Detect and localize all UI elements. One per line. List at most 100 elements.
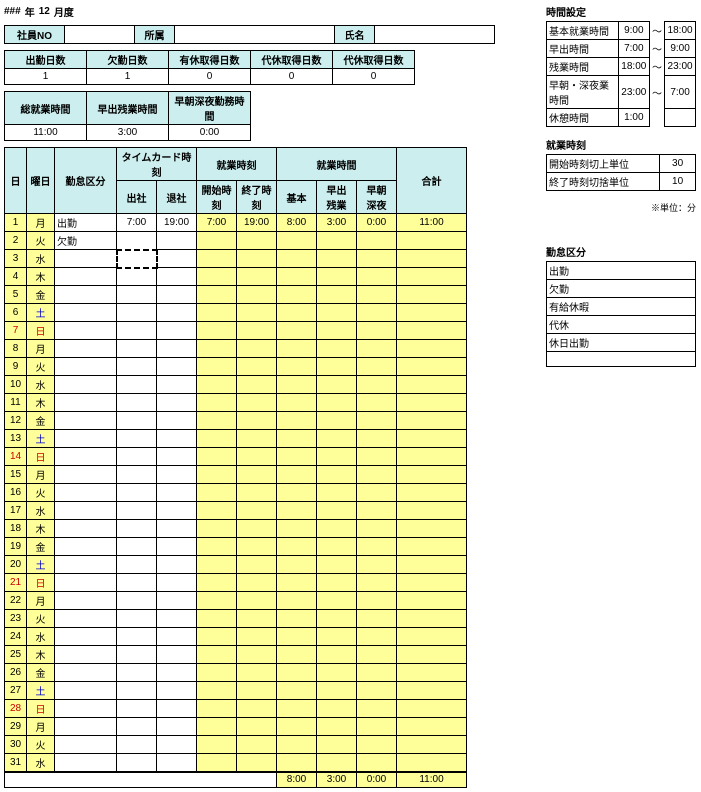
timecard-out[interactable] xyxy=(157,466,197,484)
time-from[interactable]: 23:00 xyxy=(618,76,649,109)
kubun-cell[interactable] xyxy=(55,286,117,304)
timecard-in[interactable] xyxy=(117,358,157,376)
kubun-cell[interactable] xyxy=(55,268,117,286)
timecard-in[interactable] xyxy=(117,412,157,430)
timecard-out[interactable] xyxy=(157,430,197,448)
kubun-cell[interactable] xyxy=(55,448,117,466)
work-rule-value[interactable]: 10 xyxy=(660,173,696,191)
timecard-out[interactable] xyxy=(157,700,197,718)
timecard-in[interactable] xyxy=(117,484,157,502)
work-rule-value[interactable]: 30 xyxy=(660,155,696,173)
kubun-cell[interactable] xyxy=(55,502,117,520)
kubun-cell[interactable] xyxy=(55,484,117,502)
kubun-item[interactable]: 有給休暇 xyxy=(547,298,696,316)
kubun-cell[interactable] xyxy=(55,538,117,556)
kubun-item[interactable]: 欠勤 xyxy=(547,280,696,298)
kubun-item[interactable] xyxy=(547,352,696,367)
timecard-out[interactable]: 19:00 xyxy=(157,214,197,232)
timecard-in[interactable] xyxy=(117,592,157,610)
timecard-out[interactable] xyxy=(157,448,197,466)
kubun-cell[interactable] xyxy=(55,718,117,736)
kubun-cell[interactable]: 欠勤 xyxy=(55,232,117,250)
timecard-out[interactable] xyxy=(157,502,197,520)
timecard-in[interactable] xyxy=(117,502,157,520)
timecard-out[interactable] xyxy=(157,250,197,268)
timecard-out[interactable] xyxy=(157,340,197,358)
timecard-in[interactable] xyxy=(117,646,157,664)
time-from[interactable]: 18:00 xyxy=(618,58,649,76)
timecard-out[interactable] xyxy=(157,736,197,754)
timecard-out[interactable] xyxy=(157,610,197,628)
kubun-item[interactable]: 代休 xyxy=(547,316,696,334)
time-from[interactable]: 7:00 xyxy=(618,40,649,58)
kubun-cell[interactable] xyxy=(55,304,117,322)
kubun-cell[interactable] xyxy=(55,628,117,646)
timecard-out[interactable] xyxy=(157,718,197,736)
timecard-out[interactable] xyxy=(157,628,197,646)
timecard-in[interactable] xyxy=(117,430,157,448)
kubun-cell[interactable] xyxy=(55,556,117,574)
timecard-in[interactable] xyxy=(117,700,157,718)
kubun-cell[interactable] xyxy=(55,466,117,484)
timecard-in[interactable] xyxy=(117,664,157,682)
kubun-item[interactable]: 休日出勤 xyxy=(547,334,696,352)
kubun-cell[interactable] xyxy=(55,376,117,394)
timecard-out[interactable] xyxy=(157,358,197,376)
kubun-cell[interactable] xyxy=(55,340,117,358)
timecard-in[interactable] xyxy=(117,610,157,628)
dept-value[interactable] xyxy=(175,26,335,44)
time-to[interactable]: 7:00 xyxy=(665,76,696,109)
kubun-cell[interactable] xyxy=(55,322,117,340)
timecard-out[interactable] xyxy=(157,574,197,592)
kubun-cell[interactable] xyxy=(55,592,117,610)
time-from[interactable]: 9:00 xyxy=(618,22,649,40)
timecard-in[interactable] xyxy=(117,520,157,538)
time-to[interactable]: 9:00 xyxy=(665,40,696,58)
timecard-in[interactable] xyxy=(117,736,157,754)
kubun-cell[interactable] xyxy=(55,250,117,268)
timecard-out[interactable] xyxy=(157,646,197,664)
kubun-cell[interactable] xyxy=(55,682,117,700)
timecard-in[interactable] xyxy=(117,628,157,646)
emp-id-value[interactable] xyxy=(65,26,135,44)
kubun-cell[interactable] xyxy=(55,646,117,664)
timecard-in[interactable]: 7:00 xyxy=(117,214,157,232)
kubun-cell[interactable] xyxy=(55,610,117,628)
kubun-cell[interactable] xyxy=(55,520,117,538)
timecard-out[interactable] xyxy=(157,682,197,700)
timecard-out[interactable] xyxy=(157,394,197,412)
timecard-out[interactable] xyxy=(157,376,197,394)
timecard-out[interactable] xyxy=(157,232,197,250)
kubun-item[interactable]: 出勤 xyxy=(547,262,696,280)
timecard-out[interactable] xyxy=(157,520,197,538)
timecard-in[interactable] xyxy=(117,718,157,736)
kubun-cell[interactable] xyxy=(55,754,117,773)
timecard-in[interactable] xyxy=(117,394,157,412)
kubun-cell[interactable] xyxy=(55,412,117,430)
time-to[interactable]: 23:00 xyxy=(665,58,696,76)
timecard-in[interactable] xyxy=(117,376,157,394)
timecard-in[interactable] xyxy=(117,250,157,268)
kubun-cell[interactable] xyxy=(55,736,117,754)
time-to[interactable] xyxy=(665,109,696,127)
name-value[interactable] xyxy=(375,26,495,44)
timecard-in[interactable] xyxy=(117,754,157,773)
timecard-in[interactable] xyxy=(117,538,157,556)
timecard-out[interactable] xyxy=(157,556,197,574)
kubun-cell[interactable] xyxy=(55,574,117,592)
timecard-in[interactable] xyxy=(117,286,157,304)
timecard-out[interactable] xyxy=(157,322,197,340)
timecard-in[interactable] xyxy=(117,268,157,286)
timecard-in[interactable] xyxy=(117,322,157,340)
timecard-out[interactable] xyxy=(157,286,197,304)
timecard-out[interactable] xyxy=(157,304,197,322)
kubun-cell[interactable]: 出勤 xyxy=(55,214,117,232)
timecard-in[interactable] xyxy=(117,304,157,322)
timecard-in[interactable] xyxy=(117,556,157,574)
timecard-out[interactable] xyxy=(157,412,197,430)
timecard-in[interactable] xyxy=(117,340,157,358)
kubun-cell[interactable] xyxy=(55,664,117,682)
time-to[interactable]: 18:00 xyxy=(665,22,696,40)
kubun-cell[interactable] xyxy=(55,430,117,448)
time-from[interactable]: 1:00 xyxy=(618,109,649,127)
